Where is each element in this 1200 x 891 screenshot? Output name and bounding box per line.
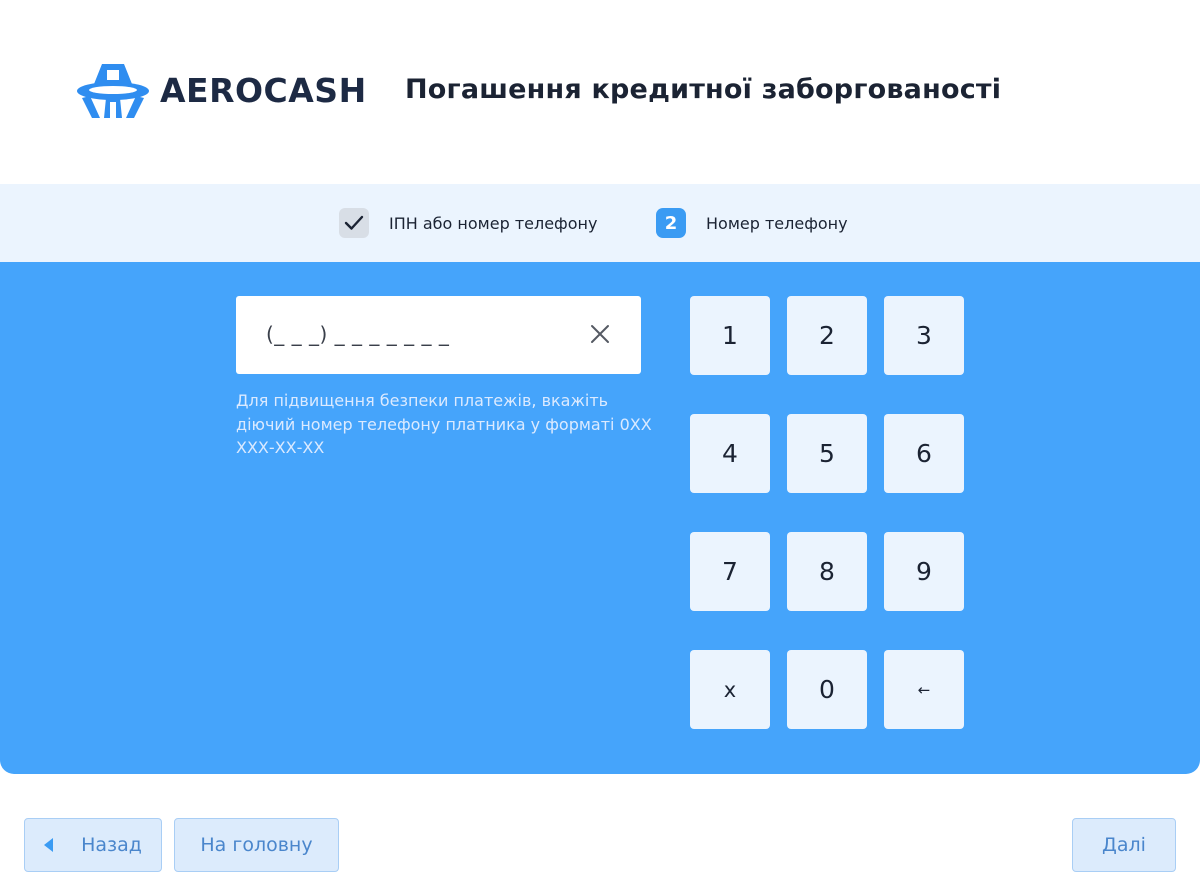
key-4[interactable]: 4: [690, 414, 770, 493]
key-9[interactable]: 9: [884, 532, 964, 611]
step-done-badge: [339, 208, 369, 238]
home-button-label: На головну: [200, 834, 313, 856]
step-label: Номер телефону: [706, 213, 848, 233]
step-inn-or-phone: ІПН або номер телефону: [339, 208, 597, 238]
next-button-label: Далі: [1102, 834, 1146, 856]
steps-bar: ІПН або номер телефону 2 Номер телефону: [0, 184, 1200, 262]
key-3[interactable]: 3: [884, 296, 964, 375]
phone-input[interactable]: (_ _ _) _ _ _ _ _ _ _: [236, 296, 641, 374]
triangle-left-icon: [44, 838, 54, 852]
key-0[interactable]: 0: [787, 650, 867, 729]
key-backspace[interactable]: ←: [884, 650, 964, 729]
key-5[interactable]: 5: [787, 414, 867, 493]
key-1[interactable]: 1: [690, 296, 770, 375]
header: AEROCASH Погашення кредитної заборговано…: [0, 0, 1200, 184]
key-6[interactable]: 6: [884, 414, 964, 493]
logo: AEROCASH: [76, 60, 367, 120]
back-button-label: Назад: [81, 834, 142, 856]
key-8[interactable]: 8: [787, 532, 867, 611]
key-7[interactable]: 7: [690, 532, 770, 611]
home-button[interactable]: На головну: [174, 818, 339, 872]
next-button[interactable]: Далі: [1072, 818, 1176, 872]
logo-text: AEROCASH: [160, 70, 367, 110]
step-phone-number: 2 Номер телефону: [656, 208, 848, 238]
step-number-badge: 2: [656, 208, 686, 238]
key-clear[interactable]: x: [690, 650, 770, 729]
check-icon: [344, 215, 364, 230]
phone-input-value: (_ _ _) _ _ _ _ _ _ _: [266, 322, 450, 346]
key-2[interactable]: 2: [787, 296, 867, 375]
step-label: ІПН або номер телефону: [389, 213, 598, 233]
back-button[interactable]: Назад: [24, 818, 162, 872]
main-panel: (_ _ _) _ _ _ _ _ _ _ Для підвищення без…: [0, 262, 1200, 774]
phone-hint: Для підвищення безпеки платежів, вкажіть…: [236, 391, 652, 457]
aerocash-logo-icon: [77, 64, 149, 118]
page-title: Погашення кредитної заборгованості: [405, 74, 1002, 105]
close-icon[interactable]: [589, 323, 611, 345]
